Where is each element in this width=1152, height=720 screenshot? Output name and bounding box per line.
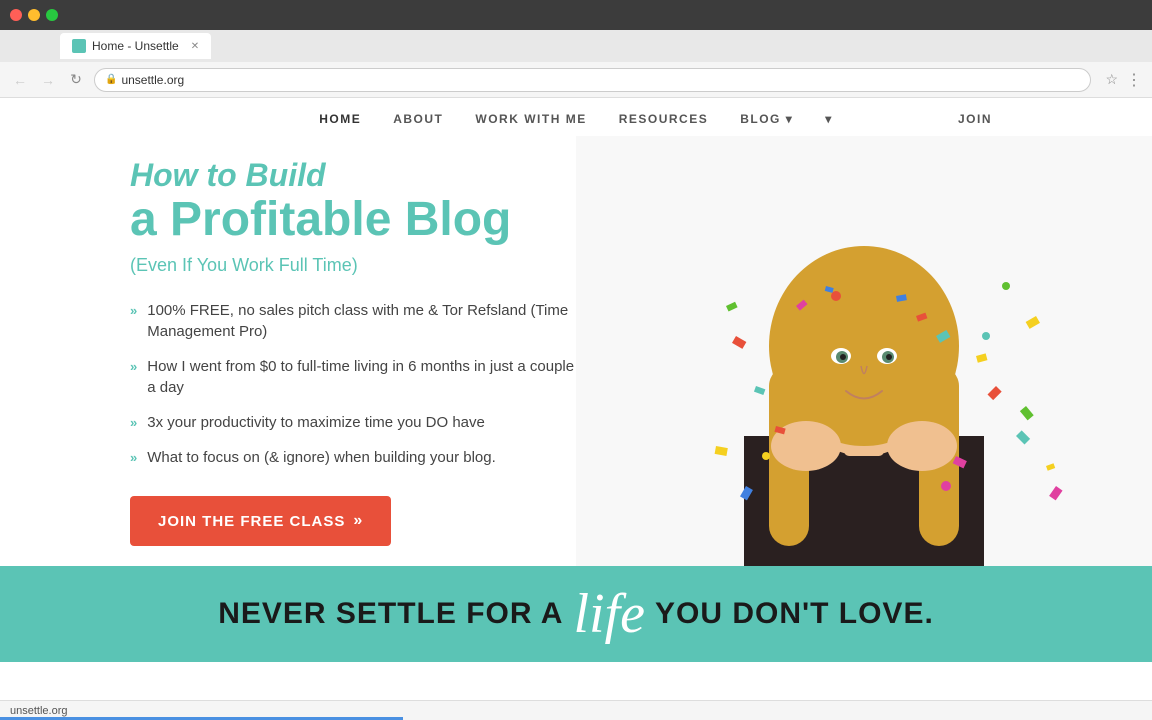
bullet-text-1: 100% FREE, no sales pitch class with me … — [147, 300, 633, 342]
join-free-class-button[interactable]: JOIN THE FREE CLASS » — [130, 496, 391, 546]
footer-text-before: NEVER SETTLE FOR A — [218, 597, 563, 631]
close-button[interactable] — [10, 9, 22, 21]
hero-image — [576, 136, 1152, 566]
hero-title-line1: How to Build — [130, 156, 634, 194]
nav-work-with-me[interactable]: WORK WITH ME — [475, 112, 586, 136]
tab-bar: Home - Unsettle ✕ — [0, 30, 1152, 62]
url-text: unsettle.org — [121, 73, 184, 87]
hero-subtitle: (Even If You Work Full Time) — [130, 255, 634, 276]
footer-text-script: life — [573, 586, 645, 642]
maximize-button[interactable] — [46, 9, 58, 21]
site-navigation: HOME ABOUT WORK WITH ME RESOURCES BLOG ▾… — [0, 98, 1152, 136]
browser-titlebar — [0, 0, 1152, 30]
ssl-lock-icon: 🔒 — [105, 74, 117, 85]
minimize-button[interactable] — [28, 9, 40, 21]
hero-content: How to Build a Profitable Blog (Even If … — [0, 136, 634, 566]
url-bar[interactable]: 🔒 unsettle.org — [94, 68, 1091, 92]
tab-title: Home - Unsettle — [92, 39, 179, 53]
active-tab[interactable]: Home - Unsettle ✕ — [60, 33, 211, 59]
reload-button[interactable]: ↻ — [66, 70, 86, 90]
tab-close-button[interactable]: ✕ — [191, 41, 199, 52]
bullet-text-3: 3x your productivity to maximize time yo… — [147, 412, 485, 433]
footer-banner: NEVER SETTLE FOR A life YOU DON'T LOVE. — [0, 566, 1152, 662]
nav-dropdown[interactable]: ▾ — [825, 112, 833, 136]
bullet-chevron-3: » — [130, 414, 137, 432]
bullet-chevron-2: » — [130, 358, 137, 376]
website-content: HOME ABOUT WORK WITH ME RESOURCES BLOG ▾… — [0, 98, 1152, 662]
nav-join[interactable]: JOIN — [958, 112, 992, 139]
bullet-item-3: » 3x your productivity to maximize time … — [130, 412, 634, 433]
bullet-chevron-4: » — [130, 449, 137, 467]
bullet-item-4: » What to focus on (& ignore) when build… — [130, 447, 634, 468]
cta-arrow-icon: » — [353, 512, 363, 530]
nav-blog[interactable]: BLOG ▾ — [740, 112, 793, 136]
hero-section: How to Build a Profitable Blog (Even If … — [0, 136, 1152, 566]
browser-menu-icon[interactable]: ⋮ — [1126, 70, 1142, 90]
bullet-item-1: » 100% FREE, no sales pitch class with m… — [130, 300, 634, 342]
back-button[interactable]: ← — [10, 70, 30, 90]
nav-resources[interactable]: RESOURCES — [619, 112, 709, 136]
bullet-text-2: How I went from $0 to full-time living i… — [147, 356, 633, 398]
bullet-chevron-1: » — [130, 302, 137, 320]
hero-bullet-list: » 100% FREE, no sales pitch class with m… — [130, 300, 634, 468]
status-url-text: unsettle.org — [10, 705, 67, 717]
bullet-item-2: » How I went from $0 to full-time living… — [130, 356, 634, 398]
tab-favicon — [72, 39, 86, 53]
browser-toolbar: ← → ↻ 🔒 unsettle.org ☆ ⋮ — [0, 62, 1152, 98]
bullet-text-4: What to focus on (& ignore) when buildin… — [147, 447, 496, 468]
status-bar: unsettle.org — [0, 700, 1152, 720]
nav-home[interactable]: HOME — [319, 112, 361, 136]
hero-illustration — [576, 136, 1152, 566]
hero-title-line2: a Profitable Blog — [130, 194, 634, 247]
bookmark-star-icon[interactable]: ☆ — [1105, 71, 1118, 88]
forward-button[interactable]: → — [38, 70, 58, 90]
footer-text-after: YOU DON'T LOVE. — [655, 597, 934, 631]
nav-about[interactable]: ABOUT — [393, 112, 443, 136]
cta-label: JOIN THE FREE CLASS — [158, 513, 345, 530]
